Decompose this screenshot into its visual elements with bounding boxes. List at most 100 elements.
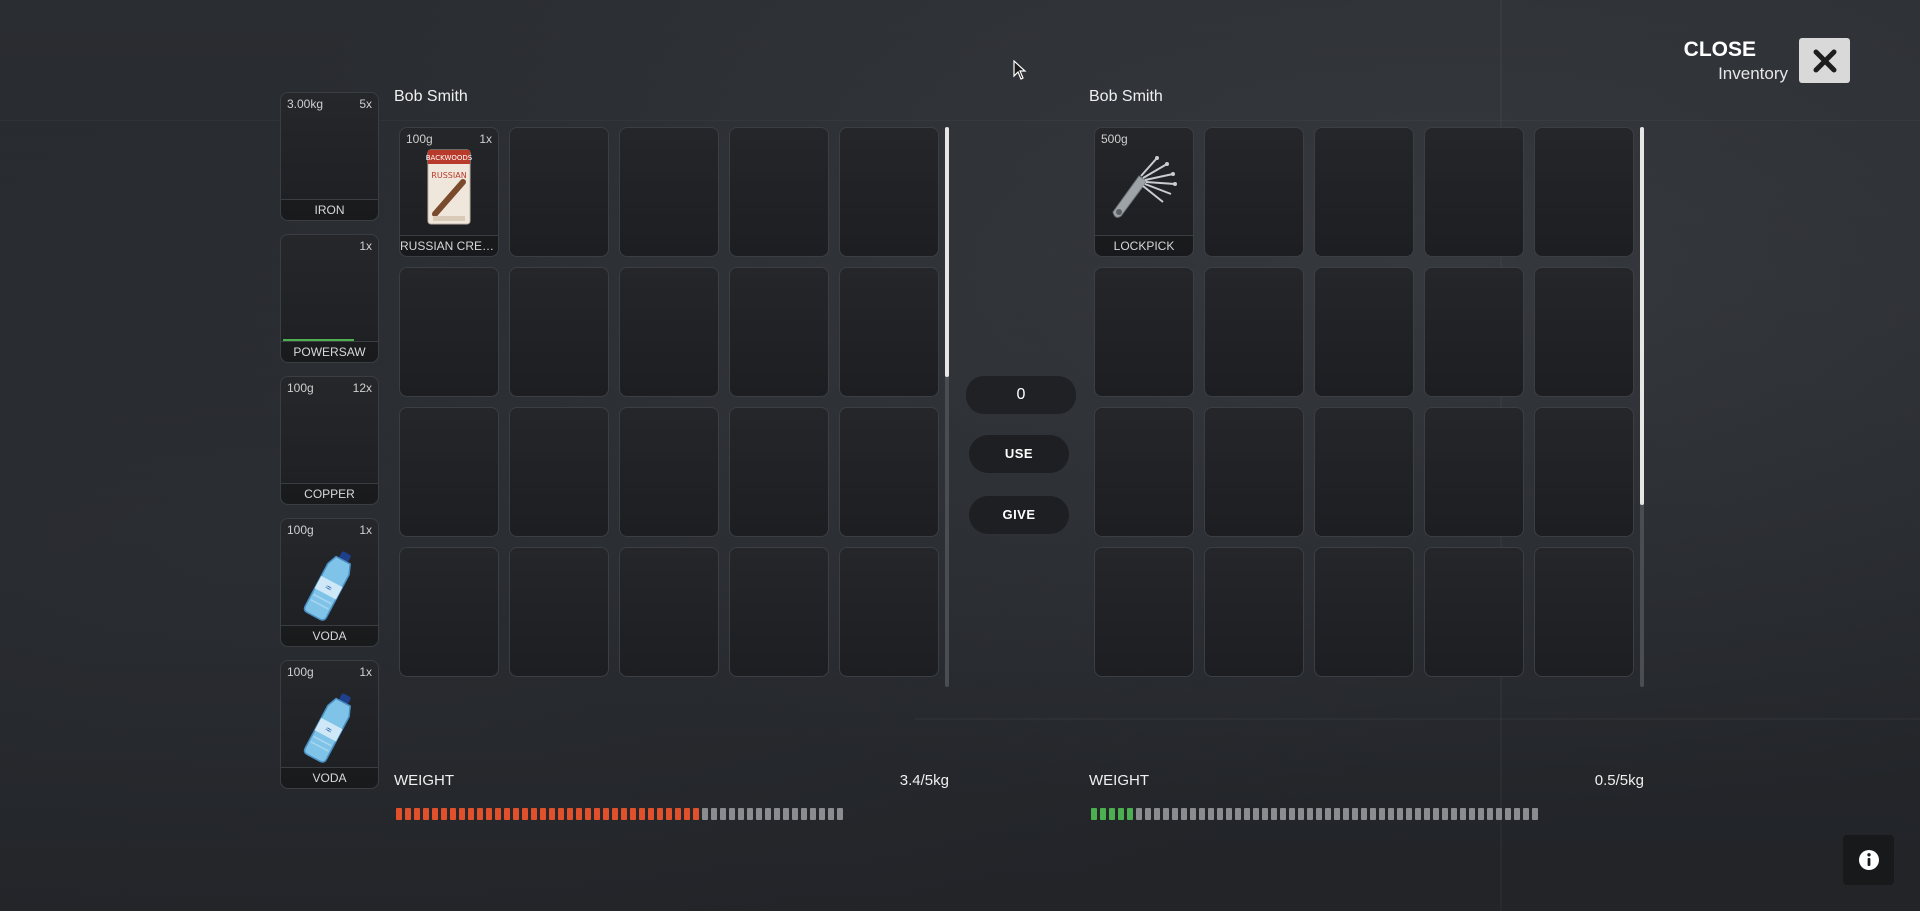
inventory-slot-empty[interactable] (509, 547, 609, 677)
weight-bar-segment (1424, 808, 1430, 820)
weight-bar-segment (459, 808, 465, 820)
weight-bar-segment (1397, 808, 1403, 820)
inventory-slot[interactable]: 500g LOCKPICK (1094, 127, 1194, 257)
inventory-slot-empty[interactable] (729, 267, 829, 397)
inventory-slot-empty[interactable] (1094, 547, 1194, 677)
scrollbar-thumb[interactable] (945, 127, 949, 377)
inventory-slot-empty[interactable] (1204, 407, 1304, 537)
weight-bar-segment (522, 808, 528, 820)
weight-bar-segment (1298, 808, 1304, 820)
weight-bar-segment (1496, 808, 1502, 820)
item-count: 5x (359, 97, 372, 111)
inventory-slot-empty[interactable] (1534, 127, 1634, 257)
weight-bar-segment (1109, 808, 1115, 820)
item-label: RUSSIAN CREA... (400, 235, 498, 256)
item-weight: 3.00kg (287, 97, 324, 111)
inventory-slot-empty[interactable] (1314, 547, 1414, 677)
inventory-slot-empty[interactable] (1534, 267, 1634, 397)
weight-bar-segment (1235, 808, 1241, 820)
inventory-slot-empty[interactable] (839, 407, 939, 537)
weight-bar-segment (1199, 808, 1205, 820)
inventory-slot-empty[interactable] (619, 547, 719, 677)
scrollbar-thumb[interactable] (1640, 127, 1644, 505)
weight-bar-segment (1388, 808, 1394, 820)
weight-bar-segment (1244, 808, 1250, 820)
hotbar-slot-2[interactable]: 1x POWERSAW (280, 234, 379, 363)
weight-bar-segment (585, 808, 591, 820)
inventory-slot-empty[interactable] (729, 547, 829, 677)
weight-bar-segment (1217, 808, 1223, 820)
hotbar-slot-4[interactable]: 100g 1x ♒ VODA (280, 518, 379, 647)
secondary-weight-label: WEIGHT (1089, 772, 1149, 789)
weight-bar-segment (657, 808, 663, 820)
hotbar-slot-1[interactable]: 3.00kg 5x IRON (280, 92, 379, 221)
inventory-slot-empty[interactable] (729, 127, 829, 257)
weight-bar-segment (648, 808, 654, 820)
hotbar-slot-3[interactable]: 100g 12x COPPER (280, 376, 379, 505)
use-button[interactable]: USE (969, 435, 1069, 473)
player-inventory-scrollbar[interactable] (945, 127, 949, 687)
inventory-slot-empty[interactable] (509, 267, 609, 397)
inventory-slot-empty[interactable] (1094, 407, 1194, 537)
inventory-slot-empty[interactable] (1314, 267, 1414, 397)
inventory-slot-empty[interactable] (1314, 407, 1414, 537)
weight-bar-segment (396, 808, 402, 820)
svg-text:RUSSIAN: RUSSIAN (431, 171, 466, 180)
water-bottle-icon: ♒ (303, 693, 351, 763)
weight-bar-segment (1172, 808, 1178, 820)
player-weight-value: 3.4/5kg (899, 772, 949, 789)
hotbar-slot-5[interactable]: 100g 1x ♒ VODA (280, 660, 379, 789)
inventory-slot-empty[interactable] (1424, 267, 1524, 397)
inventory-slot-empty[interactable] (399, 267, 499, 397)
inventory-slot-empty[interactable] (1094, 267, 1194, 397)
weight-bar-segment (1352, 808, 1358, 820)
inventory-slot-empty[interactable] (1204, 267, 1304, 397)
give-button[interactable]: GIVE (969, 496, 1069, 534)
inventory-slot-empty[interactable] (509, 127, 609, 257)
weight-bar-segment (747, 808, 753, 820)
inventory-slot-empty[interactable] (399, 407, 499, 537)
inventory-slot-empty[interactable] (839, 127, 939, 257)
inventory-slot[interactable]: 100g 1x BACKWOODS RUSSIAN RUSSIAN CREA..… (399, 127, 499, 257)
player-weight-label: WEIGHT (394, 772, 454, 789)
weight-bar-segment (513, 808, 519, 820)
weight-bar-segment (1523, 808, 1529, 820)
weight-bar-segment (1190, 808, 1196, 820)
info-icon (1858, 850, 1879, 870)
weight-bar-segment (1478, 808, 1484, 820)
weight-bar-segment (666, 808, 672, 820)
inventory-slot-empty[interactable] (509, 407, 609, 537)
water-bottle-icon: ♒ (303, 551, 351, 621)
inventory-slot-empty[interactable] (1534, 547, 1634, 677)
inventory-slot-empty[interactable] (1424, 547, 1524, 677)
secondary-inventory-scrollbar[interactable] (1640, 127, 1644, 687)
weight-bar-segment (540, 808, 546, 820)
amount-input[interactable] (966, 376, 1076, 414)
item-weight: 100g (287, 523, 314, 537)
weight-bar-segment (423, 808, 429, 820)
inventory-slot-empty[interactable] (1424, 127, 1524, 257)
mouse-cursor-icon (1013, 60, 1027, 80)
weight-bar-segment (549, 808, 555, 820)
close-button[interactable] (1799, 38, 1850, 83)
weight-bar-segment (441, 808, 447, 820)
inventory-slot-empty[interactable] (619, 127, 719, 257)
inventory-slot-empty[interactable] (399, 547, 499, 677)
inventory-slot-empty[interactable] (839, 267, 939, 397)
item-weight: 100g (406, 132, 433, 146)
inventory-slot-empty[interactable] (1204, 547, 1304, 677)
inventory-slot-empty[interactable] (1314, 127, 1414, 257)
close-label[interactable]: CLOSE (1684, 38, 1756, 62)
inventory-slot-empty[interactable] (619, 267, 719, 397)
inventory-slot-empty[interactable] (839, 547, 939, 677)
info-button[interactable] (1843, 835, 1894, 885)
inventory-slot-empty[interactable] (729, 407, 829, 537)
player-weight-bar (396, 808, 843, 820)
inventory-slot-empty[interactable] (1534, 407, 1634, 537)
weight-bar-segment (1334, 808, 1340, 820)
weight-bar-segment (1253, 808, 1259, 820)
inventory-slot-empty[interactable] (1424, 407, 1524, 537)
inventory-slot-empty[interactable] (619, 407, 719, 537)
inventory-slot-empty[interactable] (1204, 127, 1304, 257)
lockpick-icon (1112, 155, 1177, 218)
